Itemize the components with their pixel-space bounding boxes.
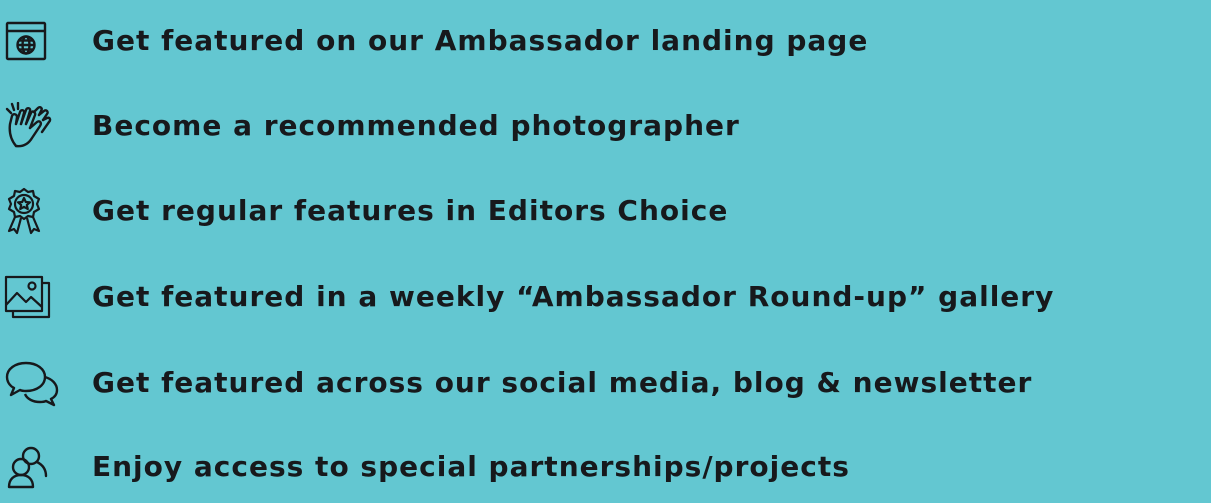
item-label: Become a recommended photographer [92,109,740,142]
speech-bubbles-icon [4,358,66,408]
image-gallery-icon [4,272,66,322]
item-label: Get featured across our social media, bl… [92,366,1033,399]
item-label: Get regular features in Editors Choice [92,194,729,227]
list-item: Enjoy access to special partnerships/pro… [0,434,1211,500]
users-group-icon [4,442,66,492]
item-label: Enjoy access to special partnerships/pro… [92,450,850,483]
item-label: Get featured in a weekly “Ambassador Rou… [92,280,1055,313]
list-item: Become a recommended photographer [0,93,1211,159]
list-item: Get regular features in Editors Choice [0,178,1211,244]
award-ribbon-icon [4,186,66,236]
list-item: Get featured across our social media, bl… [0,350,1211,416]
clapping-hands-icon [4,101,66,151]
browser-globe-icon [4,16,66,66]
item-label: Get featured on our Ambassador landing p… [92,24,869,57]
benefits-list: Get featured on our Ambassador landing p… [0,0,1211,503]
list-item: Get featured on our Ambassador landing p… [0,8,1211,74]
list-item: Get featured in a weekly “Ambassador Rou… [0,264,1211,330]
